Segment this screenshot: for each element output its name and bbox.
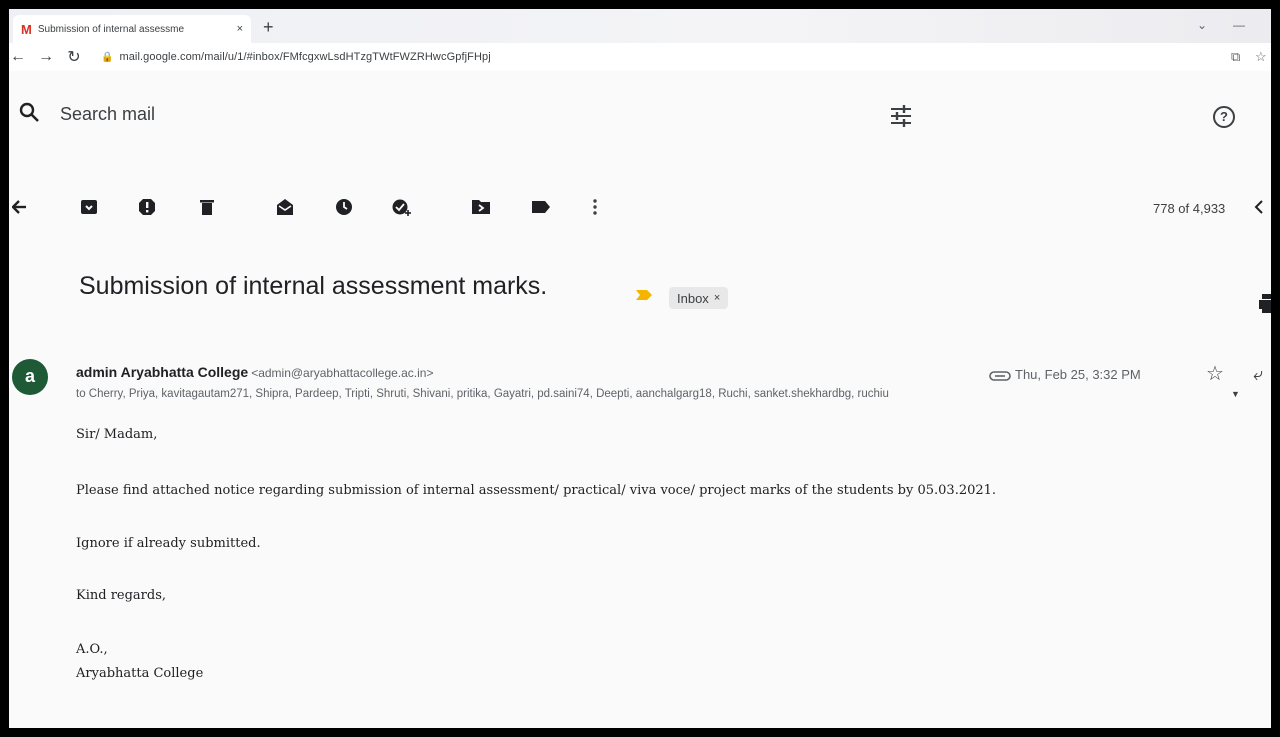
sender-name[interactable]: admin Aryabhatta College xyxy=(76,364,248,380)
tab-title: Submission of internal assessme xyxy=(37,23,185,35)
browser-tab[interactable]: M Submission of internal assessme × xyxy=(13,15,251,43)
tab-search-icon[interactable]: ⌄ xyxy=(1197,18,1207,32)
email-subject: Submission of internal assessment marks. xyxy=(79,272,548,300)
delete-icon[interactable] xyxy=(197,197,217,217)
inbox-label-chip[interactable]: Inbox × xyxy=(669,287,729,309)
bookmark-star-icon[interactable]: ☆ xyxy=(1255,49,1267,65)
gmail-search-bar: Search mail ? xyxy=(9,93,1271,143)
browser-tab-strip: M Submission of internal assessme × + ⌄ … xyxy=(9,9,1271,43)
email-paragraph-1: Please find attached notice regarding su… xyxy=(76,483,997,498)
remove-label-icon[interactable]: × xyxy=(714,292,720,304)
mark-unread-icon[interactable] xyxy=(275,197,295,217)
email-greeting: Sir/ Madam, xyxy=(76,427,158,442)
new-tab-button[interactable]: + xyxy=(263,17,274,38)
lock-icon[interactable]: 🔒 xyxy=(101,52,113,63)
help-icon[interactable]: ? xyxy=(1213,106,1235,128)
reply-icon[interactable]: ⤶ xyxy=(1253,364,1263,385)
archive-icon[interactable] xyxy=(79,197,99,217)
report-spam-icon[interactable] xyxy=(137,197,157,217)
attachment-icon xyxy=(989,369,1011,387)
print-icon[interactable] xyxy=(1259,292,1271,321)
email-closing: Kind regards, xyxy=(76,588,167,603)
snooze-icon[interactable] xyxy=(334,197,354,217)
back-arrow-icon[interactable]: ← xyxy=(9,48,27,66)
inbox-label-text: Inbox xyxy=(677,290,709,306)
message-toolbar: 778 of 4,933 xyxy=(9,191,1271,223)
search-input[interactable]: Search mail xyxy=(60,104,155,125)
sender-avatar[interactable]: a xyxy=(12,359,48,395)
screen-frame: M Submission of internal assessme × + ⌄ … xyxy=(9,9,1271,728)
reload-icon[interactable]: ↻ xyxy=(65,47,83,67)
newer-message-icon[interactable] xyxy=(1249,197,1269,217)
star-icon[interactable]: ☆ xyxy=(1206,361,1224,386)
show-details-caret-icon[interactable]: ▼ xyxy=(1231,389,1240,399)
search-options-icon[interactable] xyxy=(889,103,913,134)
sender-line: admin Aryabhatta College <admin@aryabhatt… xyxy=(76,364,433,380)
signature-line-1: A.O., xyxy=(76,642,108,657)
minimize-icon[interactable]: — xyxy=(1233,18,1245,32)
email-date: Thu, Feb 25, 3:32 PM xyxy=(1015,367,1141,382)
signature-line-2: Aryabhatta College xyxy=(76,666,204,681)
address-bar-url[interactable]: mail.google.com/mail/u/1/#inbox/FMfcgxwL… xyxy=(119,51,490,63)
email-paragraph-2: Ignore if already submitted. xyxy=(76,536,261,551)
search-icon[interactable] xyxy=(19,102,41,129)
gmail-logo-icon: M xyxy=(21,21,32,37)
tab-close-icon[interactable]: × xyxy=(237,23,243,35)
sender-email: <admin@aryabhattacollege.ac.in> xyxy=(251,366,434,380)
recipients-line: to Cherry, Priya, kavitagautam271, Shipr… xyxy=(76,388,889,400)
share-icon[interactable]: ⧉ xyxy=(1231,49,1240,65)
move-to-icon[interactable] xyxy=(471,197,491,217)
back-to-inbox-icon[interactable] xyxy=(9,197,29,217)
add-to-tasks-icon[interactable] xyxy=(392,197,412,217)
label-icon[interactable] xyxy=(531,197,551,217)
browser-nav-bar: ← → ↻ 🔒 mail.google.com/mail/u/1/#inbox/… xyxy=(9,43,1271,71)
message-counter: 778 of 4,933 xyxy=(1153,201,1226,216)
important-marker-icon[interactable] xyxy=(635,288,653,306)
forward-arrow-icon[interactable]: → xyxy=(37,48,55,66)
more-options-icon[interactable] xyxy=(585,197,605,217)
